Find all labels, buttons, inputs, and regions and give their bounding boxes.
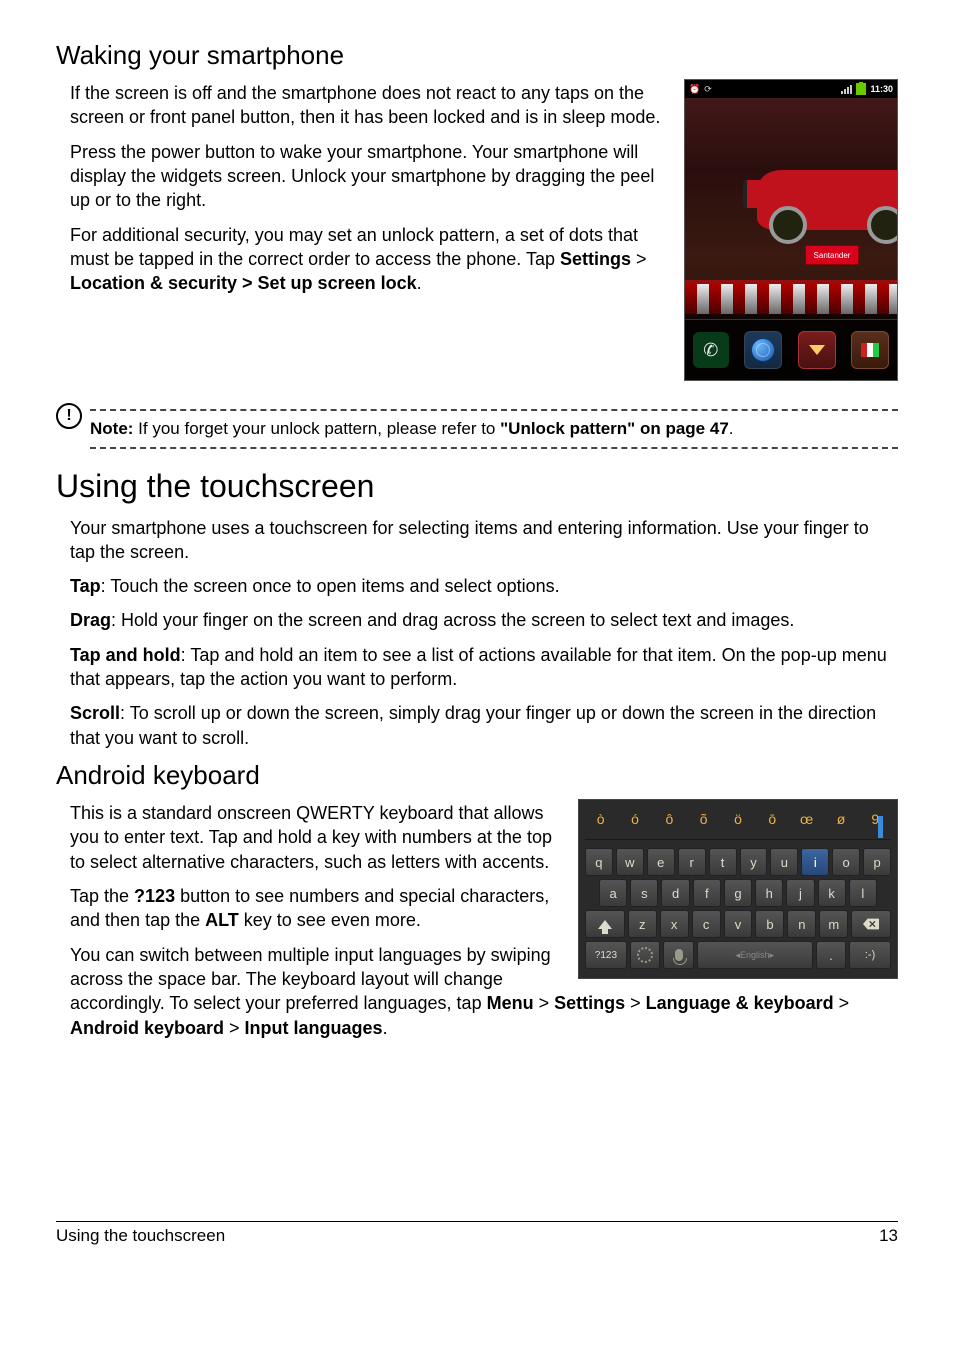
backspace-key-icon <box>851 910 891 938</box>
kbd-key: d <box>661 879 689 907</box>
lock-screen-illustration: ⏰ ⟳ 11:30 Santander ✆ <box>684 79 898 381</box>
sync-icon: ⟳ <box>704 84 712 95</box>
kbd-key: s <box>630 879 658 907</box>
heading-touchscreen: Using the touchscreen <box>56 467 898 505</box>
emoji-key: :-) <box>849 941 891 969</box>
kbd-key: l <box>849 879 877 907</box>
kbd-alt-row: ò ó ô õ ö ō œ ø 9 <box>585 808 891 830</box>
kbd-key: z <box>628 910 657 938</box>
para-ts-intro: Your smartphone uses a touchscreen for s… <box>70 516 898 565</box>
cursor-icon <box>878 816 883 838</box>
alarm-icon: ⏰ <box>689 84 700 95</box>
settings-key-icon <box>630 941 660 969</box>
kbd-alt-key: ō <box>757 808 788 830</box>
kbd-key: t <box>709 848 737 876</box>
kbd-alt-key: ô <box>654 808 685 830</box>
kbd-key: g <box>724 879 752 907</box>
page-footer: Using the touchscreen 13 <box>56 1221 898 1246</box>
kbd-alt-key: ò <box>585 808 616 830</box>
dashed-line-top <box>90 409 898 411</box>
kbd-row-4: ?123 ◂ English ▸ . :-) <box>585 941 891 969</box>
space-key: ◂ English ▸ <box>697 941 813 969</box>
kbd-key: o <box>832 848 860 876</box>
kbd-key: q <box>585 848 613 876</box>
kbd-alt-key: œ <box>791 808 822 830</box>
kbd-key: u <box>770 848 798 876</box>
kbd-key: n <box>787 910 816 938</box>
kbd-key: j <box>786 879 814 907</box>
page-number: 13 <box>879 1226 898 1246</box>
dashed-line-bottom <box>90 447 898 449</box>
kbd-key: w <box>616 848 644 876</box>
para-drag: Drag: Hold your finger on the screen and… <box>70 608 898 632</box>
para-scroll: Scroll: To scroll up or down the screen,… <box>70 701 898 750</box>
kbd-alt-key: õ <box>688 808 719 830</box>
kbd-row-3: z x c v b n m <box>585 910 891 938</box>
heading-android-keyboard: Android keyboard <box>56 760 898 791</box>
phone-icon: ✆ <box>693 332 729 368</box>
keyboard-illustration: ò ó ô õ ö ō œ ø 9 q w e r t y u i o p a … <box>578 799 898 979</box>
symbols-key: ?123 <box>585 941 627 969</box>
kbd-key: f <box>693 879 721 907</box>
note-block: ! Note: If you forget your unlock patter… <box>56 409 898 449</box>
kbd-key: c <box>692 910 721 938</box>
kbd-key: m <box>819 910 848 938</box>
battery-icon <box>856 83 866 95</box>
kbd-alt-key: ö <box>722 808 753 830</box>
kbd-key: y <box>740 848 768 876</box>
kbd-key: k <box>818 879 846 907</box>
kbd-key: a <box>599 879 627 907</box>
kbd-alt-key: ø <box>825 808 856 830</box>
dock: ✆ <box>685 319 897 380</box>
para-taphold: Tap and hold: Tap and hold an item to se… <box>70 643 898 692</box>
browser-icon <box>744 331 782 369</box>
menu-icon <box>798 331 836 369</box>
car-illustration <box>757 170 898 230</box>
period-key: . <box>816 941 846 969</box>
status-bar: ⏰ ⟳ 11:30 <box>685 80 897 98</box>
kbd-alt-key: 9 <box>860 808 891 830</box>
apps-icon <box>851 331 889 369</box>
kbd-key: r <box>678 848 706 876</box>
footer-title: Using the touchscreen <box>56 1226 225 1246</box>
kbd-alt-key: ó <box>619 808 650 830</box>
kbd-row-1: q w e r t y u i o p <box>585 848 891 876</box>
signal-icon <box>841 84 852 94</box>
kbd-key: b <box>755 910 784 938</box>
mic-key-icon <box>663 941 693 969</box>
note-text: Note: If you forget your unlock pattern,… <box>90 415 898 443</box>
kbd-key: p <box>863 848 891 876</box>
kbd-key-highlighted: i <box>801 848 829 876</box>
shift-key-icon <box>585 910 625 938</box>
kbd-key: e <box>647 848 675 876</box>
attention-icon: ! <box>56 403 82 429</box>
kbd-key: x <box>660 910 689 938</box>
kbd-key: v <box>724 910 753 938</box>
status-time: 11:30 <box>870 84 893 94</box>
kbd-row-2: a s d f g h j k l <box>585 879 891 907</box>
heading-waking: Waking your smartphone <box>56 40 898 71</box>
para-tap: Tap: Touch the screen once to open items… <box>70 574 898 598</box>
kbd-key: h <box>755 879 783 907</box>
banner-label: Santander <box>805 245 859 265</box>
